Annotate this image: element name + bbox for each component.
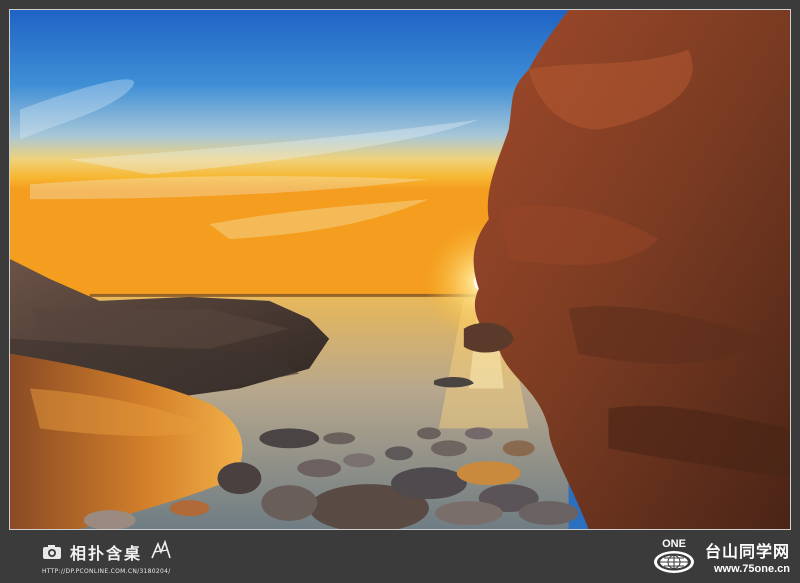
one-logo-text: ONE [662, 538, 686, 550]
site-url: www.75one.cn [713, 562, 790, 575]
site-name: 台山同学网 [704, 541, 790, 561]
photographer-url: HTTP://DP.PCONLINE.COM.CN/3180204/ [42, 568, 171, 575]
photographer-brand: 相扑含桌 [42, 539, 172, 565]
photo-scene [10, 10, 790, 529]
photographer-name: 相扑含桌 [70, 544, 143, 563]
camera-icon [42, 544, 62, 560]
globe-icon [652, 550, 696, 578]
sunset-coast-photo [9, 9, 791, 530]
one-logo: ONE [649, 539, 699, 578]
image-frame: 相扑含桌 HTTP://DP.PCONLINE.COM.CN/3180204/ … [0, 0, 800, 583]
signature-mark [150, 539, 172, 564]
watermark-bar: 相扑含桌 HTTP://DP.PCONLINE.COM.CN/3180204/ … [0, 533, 800, 583]
site-brand: ONE 台山同学网 www.75one.cn [649, 539, 790, 578]
